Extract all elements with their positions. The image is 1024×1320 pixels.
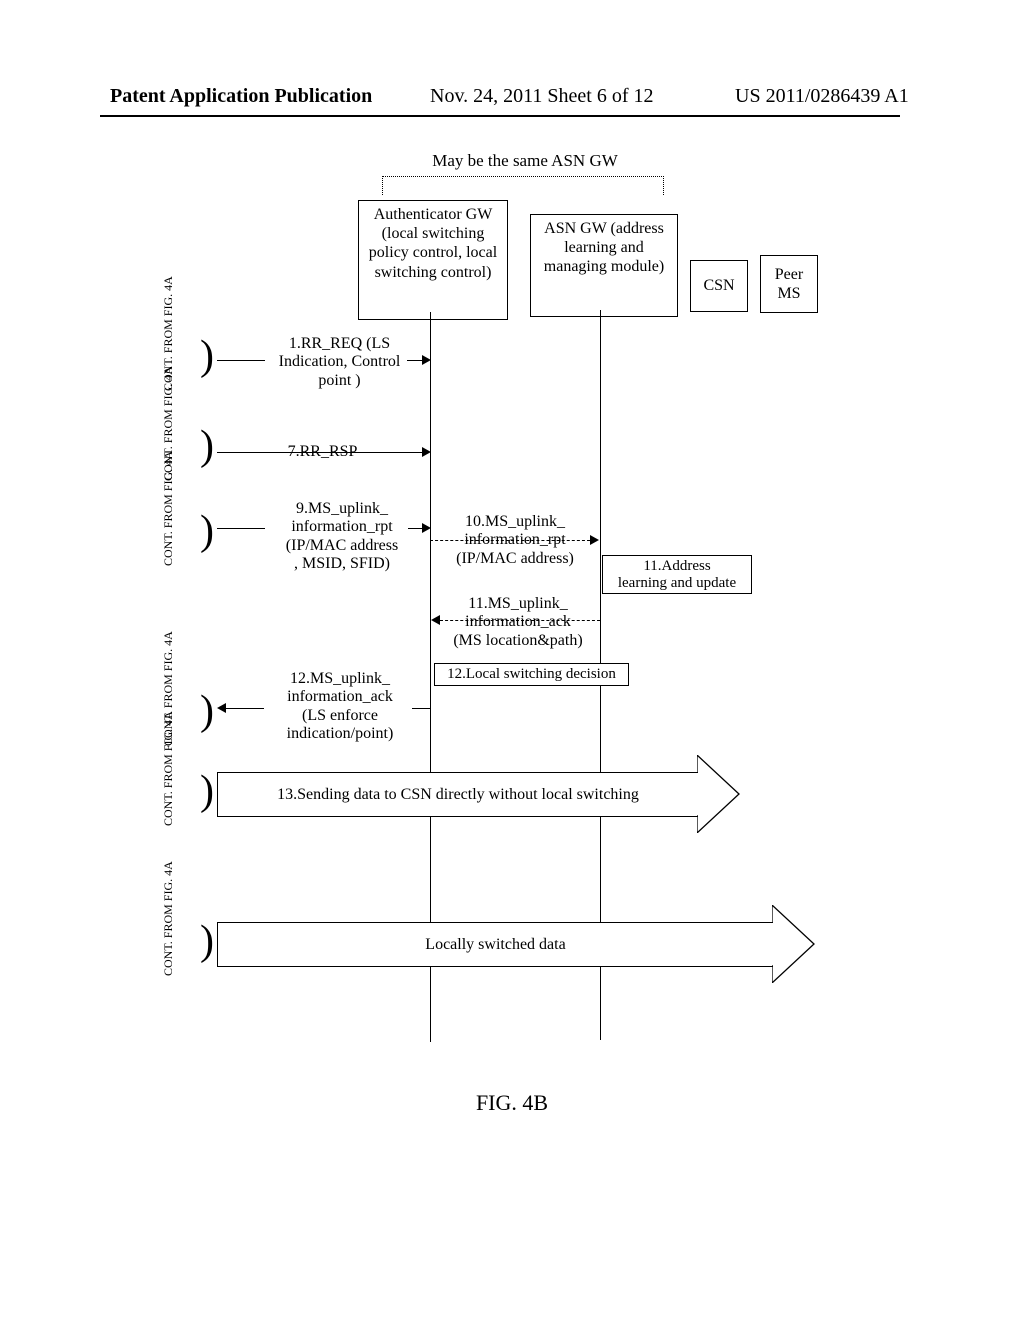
msg-11b: 11.MS_uplink_ information_ack (MS locati… [443, 595, 593, 650]
brace-13: ) [200, 767, 214, 815]
brace-9: ) [200, 507, 214, 555]
msg-9: 9.MS_uplink_ information_rpt (IP/MAC add… [272, 500, 412, 574]
sequence-diagram: May be the same ASN GW Authenticator GW … [100, 160, 900, 1160]
big-arrow-13-body: 13.Sending data to CSN directly without … [217, 772, 698, 817]
arrow-1a [217, 360, 265, 361]
box-12-decision: 12.Local switching decision [434, 663, 629, 686]
arrow-11b-head [431, 615, 440, 625]
arrow-9b [408, 528, 423, 529]
cont-label-9: CONT. FROM FIG. 4A [162, 496, 174, 566]
msg-12: 12.MS_uplink_ information_ack (LS enforc… [265, 670, 415, 744]
figure-label: FIG. 4B [0, 1090, 1024, 1116]
arrow-9a [217, 528, 265, 529]
brace-1: ) [200, 332, 214, 380]
arrow-7-head [422, 447, 431, 457]
arrow-1-head [422, 355, 431, 365]
brace-last: ) [200, 917, 214, 965]
arrow-11b [440, 620, 600, 621]
msg-1: 1.RR_REQ (LS Indication, Control point ) [272, 335, 407, 390]
cont-label-13: CONT. FROM FIG. 4A [162, 756, 174, 826]
arrow-9-head [422, 523, 431, 533]
arrow-12-head [217, 703, 226, 713]
arrow-12b [412, 708, 430, 709]
entity-asn-gw: ASN GW (address learning and managing mo… [530, 214, 678, 317]
entity-authenticator: Authenticator GW (local switching policy… [358, 200, 508, 320]
arrow-12a [226, 708, 264, 709]
arrow-7 [217, 452, 422, 453]
entity-peer-ms: Peer MS [760, 255, 818, 313]
brace-12: ) [200, 687, 214, 735]
cont-label-last: CONT. FROM FIG. 4A [162, 906, 174, 976]
header-divider [100, 115, 900, 117]
bracket-top-label: May be the same ASN GW [430, 151, 620, 171]
big-arrow-last-tip [772, 905, 817, 983]
bracket-top [382, 176, 664, 195]
header-right: US 2011/0286439 A1 [735, 85, 909, 108]
big-arrow-last-body: Locally switched data [217, 922, 773, 967]
arrow-10 [430, 540, 590, 541]
entity-csn: CSN [690, 260, 748, 312]
big-arrow-13-tip [697, 755, 742, 833]
arrow-10-head [590, 535, 599, 545]
header-mid: Nov. 24, 2011 Sheet 6 of 12 [430, 85, 654, 108]
box-11a: 11.Address learning and update [602, 555, 752, 594]
brace-7: ) [200, 422, 214, 470]
header-left: Patent Application Publication [110, 85, 372, 108]
arrow-1b [407, 360, 422, 361]
